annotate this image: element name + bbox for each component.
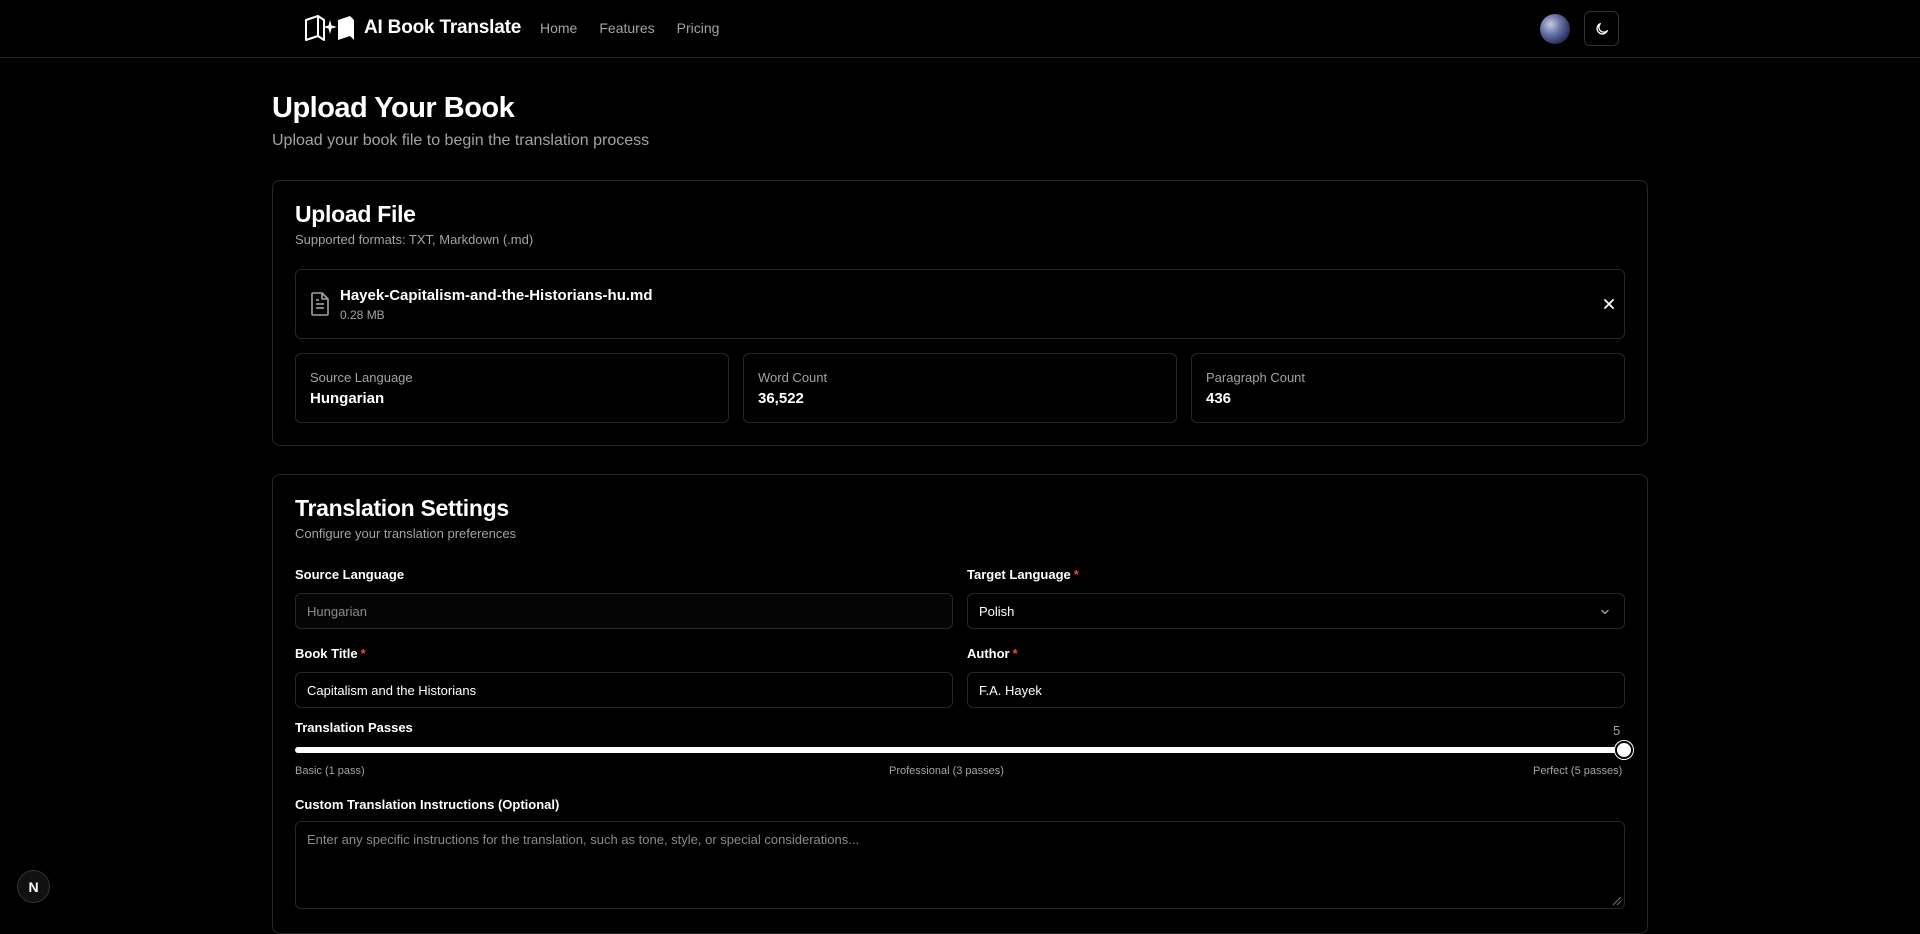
source-language-value: Hungarian — [307, 603, 367, 619]
book-sparkle-logo-icon — [305, 15, 354, 41]
target-language-value: Polish — [979, 603, 1015, 619]
nav-pricing[interactable]: Pricing — [677, 20, 720, 36]
author-label: Author * — [967, 646, 1018, 661]
passes-tick-perfect: Perfect (5 passes) — [1533, 765, 1623, 777]
passes-tick-professional: Professional (3 passes) — [889, 765, 1004, 777]
book-title-label: Book Title * — [295, 646, 366, 661]
page-subtitle: Upload your book file to begin the trans… — [272, 132, 650, 149]
stat-source-language: Source Language Hungarian — [295, 353, 729, 423]
dev-tools-badge[interactable]: N — [17, 870, 50, 903]
target-language-label-text: Target Language — [967, 567, 1071, 582]
remove-file-button[interactable] — [1602, 297, 1616, 311]
upload-card-description: Supported formats: TXT, Markdown (.md) — [295, 232, 534, 247]
custom-instructions-textarea[interactable]: Enter any specific instructions for the … — [295, 821, 1625, 909]
file-text-icon — [311, 292, 329, 316]
author-value: F.A. Hayek — [979, 682, 1042, 698]
book-title-input[interactable]: Capitalism and the Historians — [295, 672, 953, 708]
translation-passes-label: Translation Passes — [295, 720, 413, 735]
custom-instructions-placeholder: Enter any specific instructions for the … — [307, 832, 860, 847]
uploaded-file: Hayek-Capitalism-and-the-Historians-hu.m… — [295, 269, 1625, 339]
translation-passes-slider-track[interactable] — [295, 747, 1625, 753]
resize-handle-icon[interactable] — [1610, 894, 1622, 906]
close-icon — [1604, 299, 1614, 309]
chevron-down-icon — [1601, 609, 1609, 615]
stat-label: Source Language — [310, 370, 413, 385]
translation-passes-slider-thumb[interactable] — [1615, 741, 1633, 759]
user-avatar[interactable] — [1540, 14, 1570, 44]
moon-icon — [1595, 22, 1608, 35]
page-title: Upload Your Book — [272, 92, 515, 124]
custom-instructions-label: Custom Translation Instructions (Optiona… — [295, 797, 560, 812]
stat-label: Word Count — [758, 370, 828, 385]
main-nav: Home Features Pricing — [540, 20, 719, 36]
required-marker: * — [1012, 646, 1018, 661]
stat-value: Hungarian — [310, 390, 385, 407]
dev-badge-label: N — [28, 878, 39, 895]
translation-passes-value: 5 — [1613, 723, 1621, 738]
translation-settings-card: Translation Settings Configure your tran… — [272, 474, 1648, 934]
nav-features[interactable]: Features — [599, 20, 654, 36]
file-name: Hayek-Capitalism-and-the-Historians-hu.m… — [340, 287, 653, 304]
stat-label: Paragraph Count — [1206, 370, 1306, 385]
theme-toggle-button[interactable] — [1584, 11, 1619, 46]
settings-card-description: Configure your translation preferences — [295, 526, 517, 541]
top-header: AI Book Translate Home Features Pricing — [0, 0, 1920, 58]
settings-card-title: Translation Settings — [295, 495, 509, 521]
upload-card-title: Upload File — [295, 201, 416, 227]
target-language-select[interactable]: Polish — [967, 593, 1625, 629]
brand[interactable]: AI Book Translate — [304, 14, 521, 42]
stat-value: 436 — [1206, 390, 1232, 407]
stat-word-count: Word Count 36,522 — [743, 353, 1177, 423]
author-label-text: Author — [967, 646, 1010, 661]
brand-name: AI Book Translate — [364, 17, 522, 38]
stat-paragraph-count: Paragraph Count 436 — [1191, 353, 1625, 423]
source-language-label: Source Language — [295, 567, 405, 582]
upload-file-card: Upload File Supported formats: TXT, Mark… — [272, 180, 1648, 446]
author-input[interactable]: F.A. Hayek — [967, 672, 1625, 708]
nav-home[interactable]: Home — [540, 20, 577, 36]
stat-value: 36,522 — [758, 390, 804, 407]
passes-tick-basic: Basic (1 pass) — [295, 765, 365, 777]
file-size: 0.28 MB — [340, 308, 385, 322]
book-title-value: Capitalism and the Historians — [307, 682, 477, 698]
required-marker: * — [1073, 567, 1079, 582]
book-title-label-text: Book Title — [295, 646, 358, 661]
required-marker: * — [360, 646, 366, 661]
target-language-label: Target Language * — [967, 567, 1079, 582]
source-language-input: Hungarian — [295, 593, 953, 629]
